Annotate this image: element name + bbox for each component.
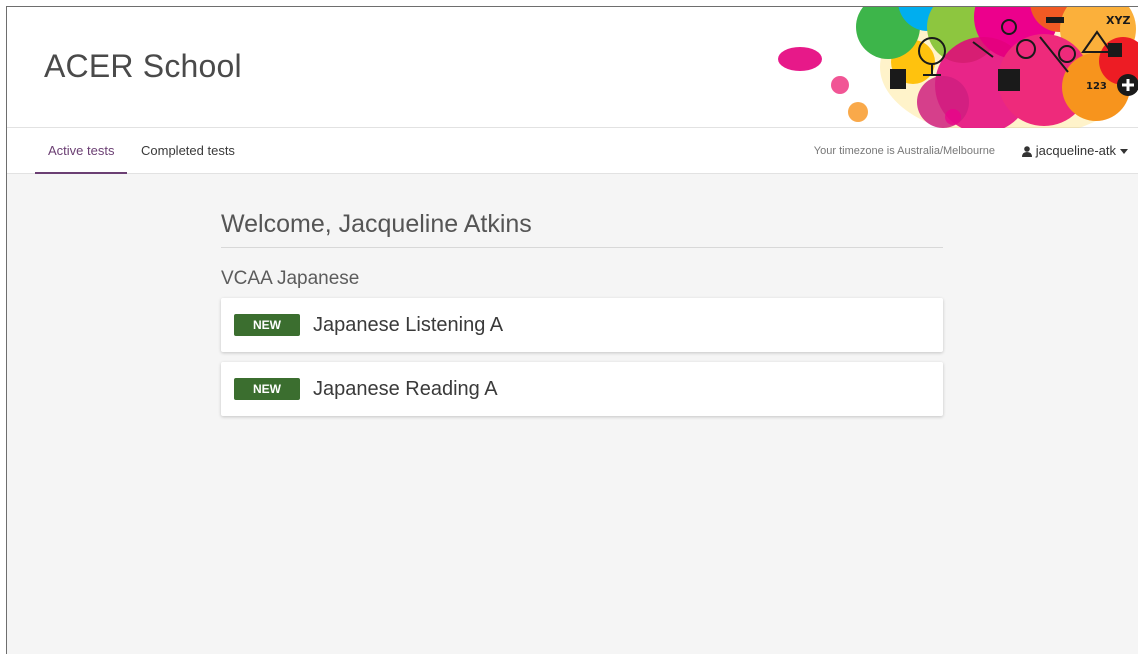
test-name: Japanese Reading A (313, 377, 498, 400)
new-badge: NEW (234, 378, 300, 400)
welcome-heading: Welcome, Jacqueline Atkins (221, 210, 943, 248)
decorative-header-artwork: XYZ 123 (778, 7, 1138, 128)
caret-down-icon (1120, 148, 1128, 154)
test-card-japanese-listening[interactable]: NEW Japanese Listening A (221, 298, 943, 352)
header: ACER School XYZ 123 (7, 7, 1138, 128)
svg-text:123: 123 (1086, 81, 1107, 92)
svg-text:XYZ: XYZ (1106, 14, 1130, 27)
user-icon (1021, 145, 1032, 157)
new-badge: NEW (234, 314, 300, 336)
navbar: Active tests Completed tests Your timezo… (7, 128, 1138, 174)
user-menu-button[interactable]: jacqueline-atk (1021, 128, 1128, 174)
tab-completed-tests[interactable]: Completed tests (141, 128, 235, 174)
tab-active-tests[interactable]: Active tests (35, 128, 128, 174)
main-content: Welcome, Jacqueline Atkins VCAA Japanese… (221, 174, 943, 416)
user-name: jacqueline-atk (1035, 143, 1116, 158)
timezone-text: Your timezone is Australia/Melbourne (813, 145, 995, 157)
test-group-title: VCAA Japanese (221, 268, 360, 289)
brand-title: ACER School (44, 48, 242, 84)
test-card-japanese-reading[interactable]: NEW Japanese Reading A (221, 362, 943, 416)
app-frame: ACER School XYZ 123 Active tests Complet… (6, 6, 1138, 654)
test-name: Japanese Listening A (313, 313, 504, 336)
